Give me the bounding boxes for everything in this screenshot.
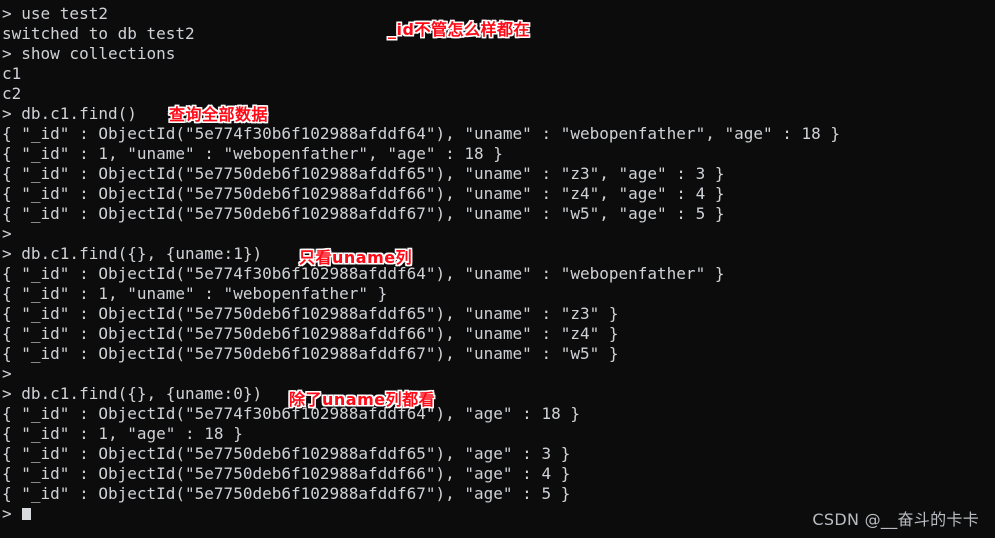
annotation-query-all-data: 查询全部数据 [169, 105, 269, 124]
terminal-line: { "_id" : ObjectId("5e7750deb6f102988afd… [2, 204, 725, 223]
terminal-line: { "_id" : 1, "uname" : "webopenfather", … [2, 144, 503, 163]
terminal-line: { "_id" : ObjectId("5e774f30b6f102988afd… [2, 124, 841, 143]
terminal-line: { "_id" : ObjectId("5e7750deb6f102988afd… [2, 444, 571, 463]
terminal-line: { "_id" : 1, "uname" : "webopenfather" } [2, 284, 388, 303]
terminal-line: { "_id" : ObjectId("5e7750deb6f102988afd… [2, 304, 619, 323]
terminal-line: > [2, 364, 12, 383]
terminal-window[interactable]: > use test2 switched to db test2 > show co… [0, 0, 995, 538]
annotation-id-always-present: _id不管怎么样都在 [388, 20, 530, 39]
terminal-line: { "_id" : ObjectId("5e7750deb6f102988afd… [2, 344, 619, 363]
terminal-line: { "_id" : ObjectId("5e774f30b6f102988afd… [2, 264, 725, 283]
terminal-line: c1 [2, 64, 22, 83]
terminal-line: > show collections [2, 44, 176, 63]
prompt-symbol: > [2, 504, 12, 523]
terminal-line: { "_id" : ObjectId("5e7750deb6f102988afd… [2, 324, 619, 343]
annotation-exclude-uname-column: 除了uname列都看 [289, 390, 436, 409]
text-cursor [21, 508, 31, 520]
terminal-line: > db.c1.find({}, {uname:1}) [2, 244, 263, 263]
terminal-line: > [2, 224, 12, 243]
terminal-line: { "_id" : ObjectId("5e7750deb6f102988afd… [2, 184, 725, 203]
annotation-only-uname-column: 只看uname列 [299, 248, 413, 267]
terminal-line: { "_id" : ObjectId("5e774f30b6f102988afd… [2, 404, 580, 423]
terminal-line: > db.c1.find() [2, 104, 137, 123]
terminal-line: { "_id" : 1, "age" : 18 } [2, 424, 243, 443]
console-output[interactable]: > use test2 switched to db test2 > show co… [0, 4, 995, 524]
watermark: CSDN @__奋斗的卡卡 [812, 510, 979, 529]
terminal-line: c2 [2, 84, 22, 103]
terminal-line: > db.c1.find({}, {uname:0}) [2, 384, 263, 403]
terminal-line: { "_id" : ObjectId("5e7750deb6f102988afd… [2, 464, 571, 483]
terminal-line: { "_id" : ObjectId("5e7750deb6f102988afd… [2, 164, 725, 183]
terminal-line: { "_id" : ObjectId("5e7750deb6f102988afd… [2, 484, 571, 503]
